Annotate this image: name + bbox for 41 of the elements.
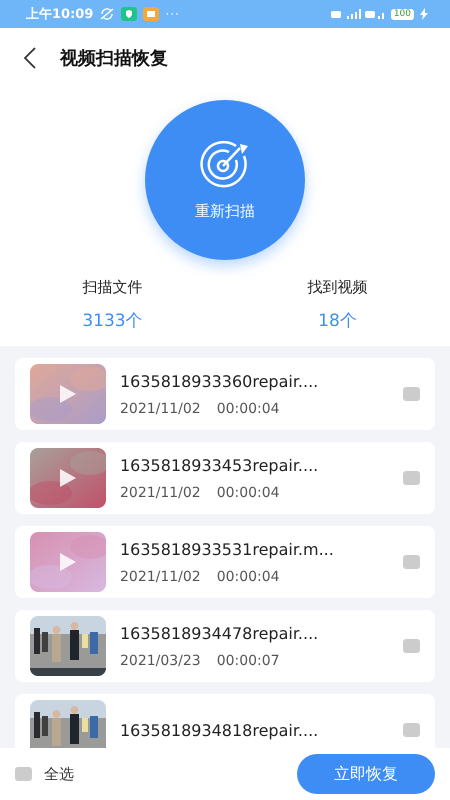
video-date: 2021/11/02 <box>120 484 201 500</box>
more-notifications: ··· <box>165 7 180 21</box>
video-name: 1635818933360repair.... <box>120 372 320 390</box>
stat-label: 扫描文件 <box>82 278 142 297</box>
checkbox[interactable] <box>403 387 420 401</box>
select-all-label: 全选 <box>44 764 74 784</box>
video-duration: 00:00:04 <box>216 400 280 416</box>
video-duration: 00:00:04 <box>216 568 280 584</box>
play-icon <box>60 553 76 571</box>
shield-app-icon <box>121 7 138 21</box>
video-duration: 00:00:07 <box>216 652 280 668</box>
video-card[interactable]: 1635818933453repair.... 2021/11/02 00:00:04 <box>15 442 435 514</box>
page-title: 视频扫描恢复 <box>60 47 168 70</box>
video-card[interactable]: 1635818934478repair.... 2021/03/23 00:00:07 <box>15 610 435 682</box>
video-card[interactable]: 1635818933531repair.m... 2021/11/02 00:00:04 <box>15 526 435 598</box>
video-name: 1635818934818repair.... <box>120 720 320 740</box>
video-date: 2021/11/02 <box>120 400 201 416</box>
checkbox[interactable] <box>403 639 420 653</box>
stat-value: 18个 <box>318 310 357 332</box>
play-icon <box>60 385 76 403</box>
checkbox[interactable] <box>403 555 420 569</box>
video-duration: 00:00:04 <box>216 484 280 500</box>
select-all-checkbox[interactable] <box>15 767 32 781</box>
video-name: 1635818933531repair.m... <box>120 540 335 558</box>
checkbox[interactable] <box>403 723 420 737</box>
sync-off-icon <box>99 7 116 21</box>
stat-label: 找到视频 <box>308 278 368 297</box>
battery-level: 100 <box>390 8 414 20</box>
charging-icon <box>420 8 428 20</box>
video-date: 2021/03/23 <box>120 652 201 668</box>
message-app-icon <box>143 7 160 21</box>
stat-value: 3133个 <box>82 310 143 332</box>
video-date: 2021/11/02 <box>120 568 201 584</box>
video-name: 1635818933453repair.... <box>120 456 320 474</box>
play-icon <box>60 469 76 487</box>
status-time: 上午10:09 <box>26 6 94 23</box>
video-name: 1635818934478repair.... <box>120 624 320 642</box>
video-card[interactable]: 1635818933360repair.... 2021/11/02 00:00:04 <box>15 358 435 430</box>
signal-icon <box>330 8 385 20</box>
video-card[interactable]: 1635818934818repair.... <box>15 694 435 748</box>
checkbox[interactable] <box>403 471 420 485</box>
